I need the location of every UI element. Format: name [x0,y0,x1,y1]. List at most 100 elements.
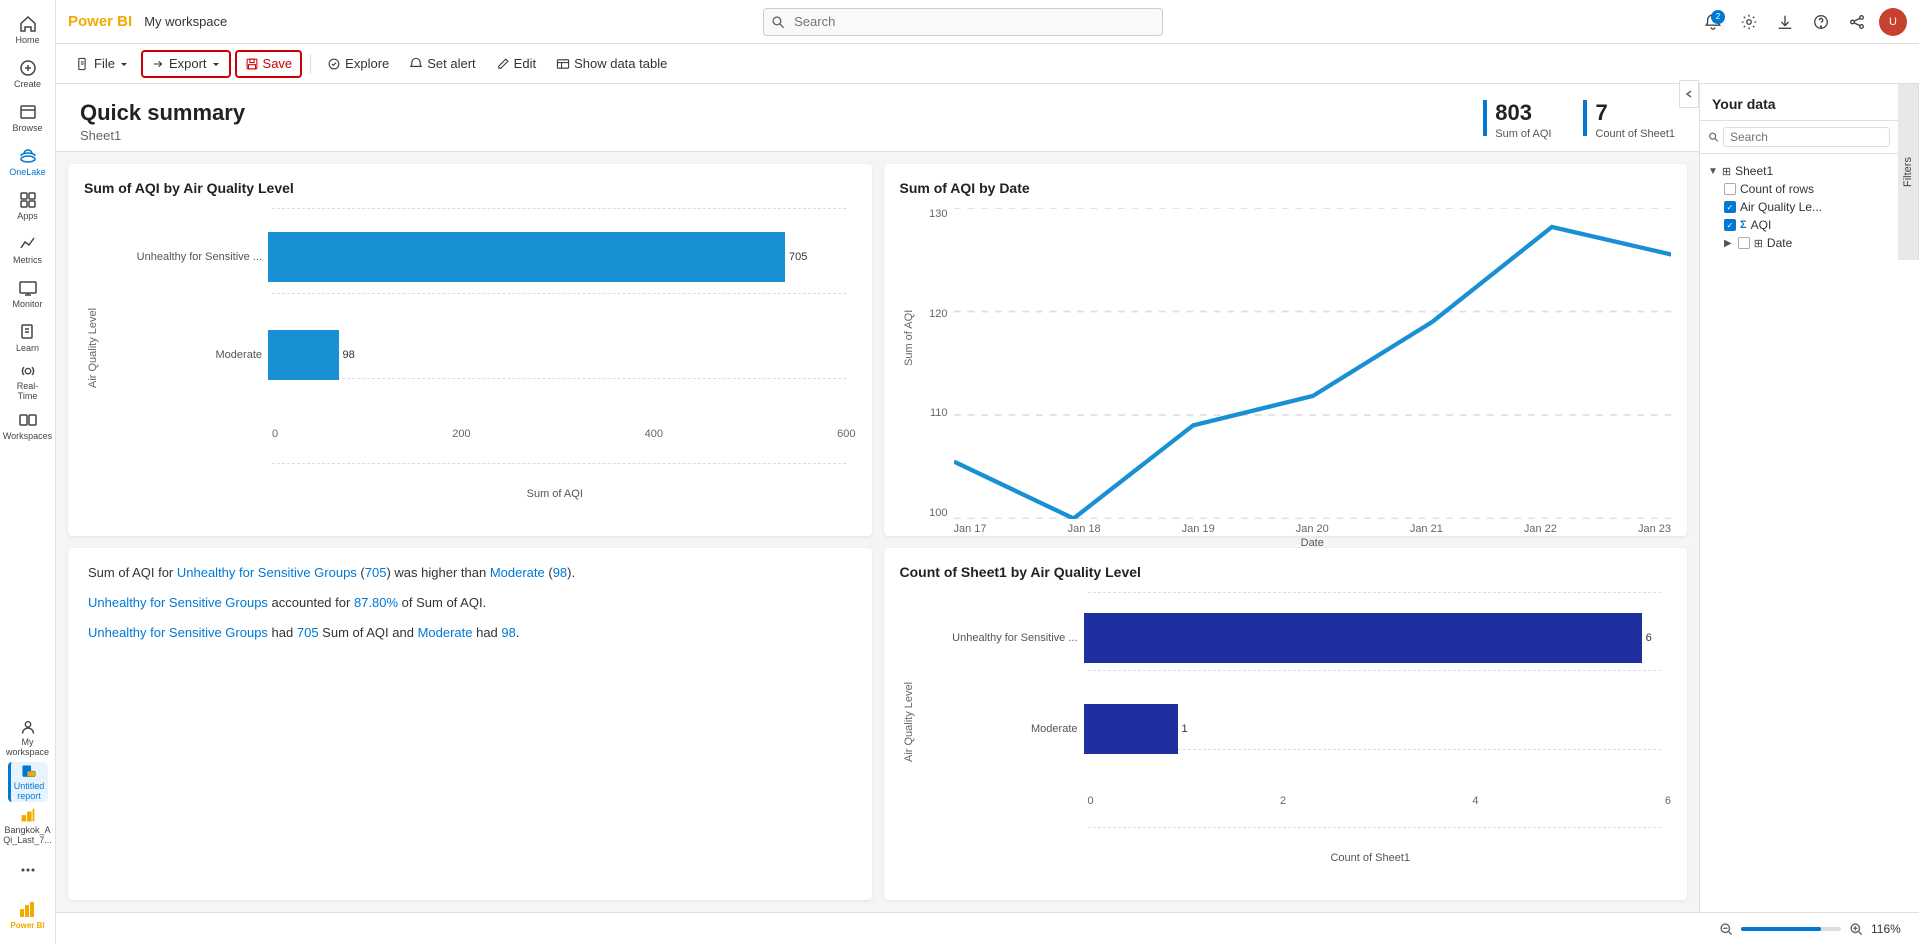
tree-expand-icon: ▼ [1708,166,1718,177]
file-button[interactable]: File [68,50,137,78]
zoom-slider[interactable] [1741,927,1841,931]
chart1-y-label: Air Quality Level [84,208,102,488]
x3-tick-4: 4 [1472,795,1478,807]
grid-line-3 [1088,670,1662,671]
tree-count-rows[interactable]: Count of rows [1724,180,1890,198]
set-alert-button[interactable]: Set alert [401,50,483,78]
toolbar: File Export Save Explore [56,44,1919,84]
report-header: Quick summary Sheet1 803 Sum of AQI [56,84,1699,152]
chart-count-level: Count of Sheet1 by Air Quality Level Air… [884,548,1688,900]
sidebar-item-home[interactable]: Home [8,10,48,50]
your-data-header: Your data [1700,84,1898,121]
checkbox-count-rows[interactable] [1724,183,1736,195]
x-tick-600: 600 [837,428,855,440]
bar1-value: 705 [789,251,807,263]
chart3-bar1-value: 6 [1646,632,1652,644]
bar2-wrap: 98 [268,330,856,380]
sidebar-item-realtime[interactable]: Real-Time [8,362,48,402]
explore-button[interactable]: Explore [319,50,397,78]
checkbox-air-quality[interactable]: ✓ [1724,201,1736,213]
sidebar-item-onelake[interactable]: OneLake [8,142,48,182]
search-bar-container [235,8,1691,36]
sidebar-label-workspaces: Workspaces [3,432,52,442]
zoom-value: 116% [1871,922,1907,936]
sidebar-item-myworkspace[interactable]: My workspace [8,718,48,758]
chart3-bar1-label: Unhealthy for Sensitive ... [918,632,1078,644]
x-label-jan18: Jan 18 [1068,523,1101,535]
right-search-input[interactable] [1723,127,1890,147]
tree-sheet1-label: Sheet1 [1735,164,1773,178]
tree-air-quality[interactable]: ✓ Air Quality Le... [1724,198,1890,216]
explore-label: Explore [345,56,389,71]
x3-tick-2: 2 [1280,795,1286,807]
sidebar-item-monitor[interactable]: Monitor [8,274,48,314]
chart2-y-label: Sum of AQI [900,208,918,468]
export-icon [151,57,165,71]
checkbox-date[interactable] [1738,237,1750,249]
chart3-x-label: Count of Sheet1 [1070,852,1672,864]
y-tick-130: 130 [929,208,947,220]
highlight-98-1: 98 [553,565,567,580]
sidebar-item-create[interactable]: Create [8,54,48,94]
sidebar-label-dataset: Bangkok_A Qi_Last_7... [3,826,52,846]
x-label-jan20: Jan 20 [1296,523,1329,535]
settings-button[interactable] [1735,8,1763,36]
show-data-table-button[interactable]: Show data table [548,50,675,78]
sidebar-item-more[interactable] [8,850,48,890]
download-button[interactable] [1771,8,1799,36]
notifications-button[interactable]: 2 [1699,8,1727,36]
chart2-y-ticks: 130 120 110 100 [918,208,954,519]
sidebar-item-untitled-report[interactable]: Untitled report [8,762,48,802]
sidebar-label-metrics: Metrics [13,256,42,266]
checkbox-aqi[interactable]: ✓ [1724,219,1736,231]
sidebar-item-workspaces[interactable]: Workspaces [8,406,48,446]
sidebar-label-home: Home [15,36,39,46]
kpi-count: 7 Count of Sheet1 [1583,100,1675,140]
highlight-percent: 87.80% [354,595,398,610]
edit-label: Edit [514,56,536,71]
x-tick-0: 0 [272,428,278,440]
tree-root-sheet1[interactable]: ▼ ⊞ Sheet1 [1708,162,1890,180]
content-area: Quick summary Sheet1 803 Sum of AQI [56,84,1919,912]
tree-aqi[interactable]: ✓ Σ AQI [1724,216,1890,234]
x3-tick-0: 0 [1088,795,1094,807]
tree-date[interactable]: ▶ ⊞ Date [1724,234,1890,252]
sidebar-label-onelake: OneLake [9,168,46,178]
help-button[interactable] [1807,8,1835,36]
grid-line-3 [1088,827,1662,828]
save-button[interactable]: Save [235,50,303,78]
right-search-bar [1700,121,1898,154]
chart2-content: Sum of AQI 130 120 110 100 [900,208,1672,468]
chart3-y-label: Air Quality Level [900,592,918,852]
filters-tab-vertical[interactable]: Filters [1898,84,1919,260]
sidebar-item-learn[interactable]: Learn [8,318,48,358]
highlight-unhealthy-3: Unhealthy for Sensitive Groups [88,625,268,640]
top-bar: Power BI My workspace 2 [56,0,1919,44]
chart2-x-labels: Jan 17 Jan 18 Jan 19 Jan 20 Jan 21 Jan 2… [954,519,1672,535]
share-button[interactable] [1843,8,1871,36]
sigma-icon: Σ [1740,219,1747,231]
user-avatar[interactable]: U [1879,8,1907,36]
global-search-input[interactable] [763,8,1163,36]
sidebar-item-metrics[interactable]: Metrics [8,230,48,270]
sidebar-label-monitor: Monitor [12,300,42,310]
sidebar-item-apps[interactable]: Apps [8,186,48,226]
edit-icon [496,57,510,71]
tree-date-expand-icon: ▶ [1724,238,1732,249]
highlight-705-1: 705 [365,565,387,580]
highlight-unhealthy-2: Unhealthy for Sensitive Groups [88,595,268,610]
edit-button[interactable]: Edit [488,50,544,78]
chart2-plot-wrap: 130 120 110 100 [918,208,1672,468]
chart3-bar-row-1: Unhealthy for Sensitive ... 6 [918,613,1672,663]
chart3-bar1-wrap: 6 [1084,613,1672,663]
search-wrap [763,8,1163,36]
sidebar-item-dataset[interactable]: Bangkok_A Qi_Last_7... [8,806,48,846]
search-icon [771,15,785,29]
zoom-out-icon[interactable] [1719,922,1733,936]
export-button[interactable]: Export [141,50,231,78]
kpi-aqi-value: 803 [1495,100,1551,126]
chart1-bars: Unhealthy for Sensitive ... 705 Moderate [102,208,856,488]
main-wrapper: Power BI My workspace 2 [56,0,1919,944]
sidebar-item-browse[interactable]: Browse [8,98,48,138]
zoom-in-icon[interactable] [1849,922,1863,936]
